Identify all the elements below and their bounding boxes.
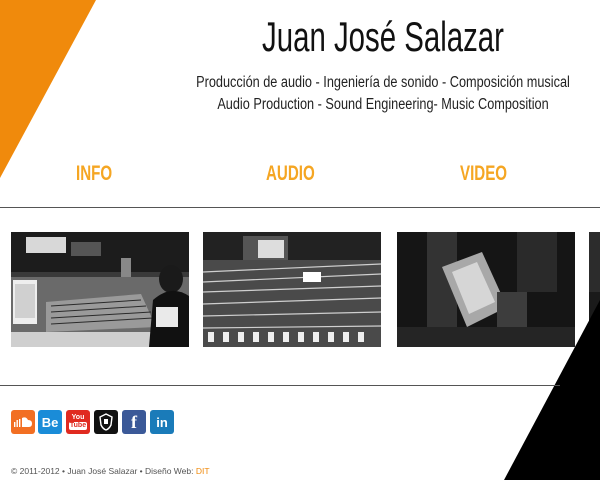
top-divider xyxy=(0,207,600,208)
studio-photo xyxy=(11,232,189,347)
orange-corner-decoration xyxy=(0,0,96,178)
subtitle-spanish: Producción de audio - Ingeniería de soni… xyxy=(196,74,570,91)
designer-link[interactable]: DIT xyxy=(196,466,210,476)
blurred-performance-photo xyxy=(397,232,575,347)
copyright-label: © 2011-2012 • Juan José Salazar • Diseño… xyxy=(11,466,194,476)
copyright-text: © 2011-2012 • Juan José Salazar • Diseño… xyxy=(11,466,210,476)
gallery-thumb-studio[interactable] xyxy=(11,232,189,347)
facebook-icon[interactable]: f xyxy=(122,410,146,434)
page-title: Juan José Salazar xyxy=(262,13,504,60)
shield-icon[interactable] xyxy=(94,410,118,434)
youtube-icon-text-bottom: Tube xyxy=(68,422,88,430)
behance-icon[interactable]: Be xyxy=(38,410,62,434)
bottom-divider xyxy=(0,385,560,386)
youtube-icon[interactable]: You Tube xyxy=(66,410,90,434)
youtube-icon-text-top: You xyxy=(71,414,85,421)
nav-info-link[interactable]: INFO xyxy=(76,162,112,186)
linkedin-icon[interactable]: in xyxy=(150,410,174,434)
nav-video-link[interactable]: VIDEO xyxy=(460,162,507,186)
gallery-thumb-performance[interactable] xyxy=(397,232,575,347)
mixing-console-photo xyxy=(203,232,381,347)
nav-audio-link[interactable]: AUDIO xyxy=(266,162,315,186)
soundcloud-icon[interactable] xyxy=(11,410,35,434)
gallery-thumb-console[interactable] xyxy=(203,232,381,347)
subtitle-english: Audio Production - Sound Engineering- Mu… xyxy=(217,96,549,113)
